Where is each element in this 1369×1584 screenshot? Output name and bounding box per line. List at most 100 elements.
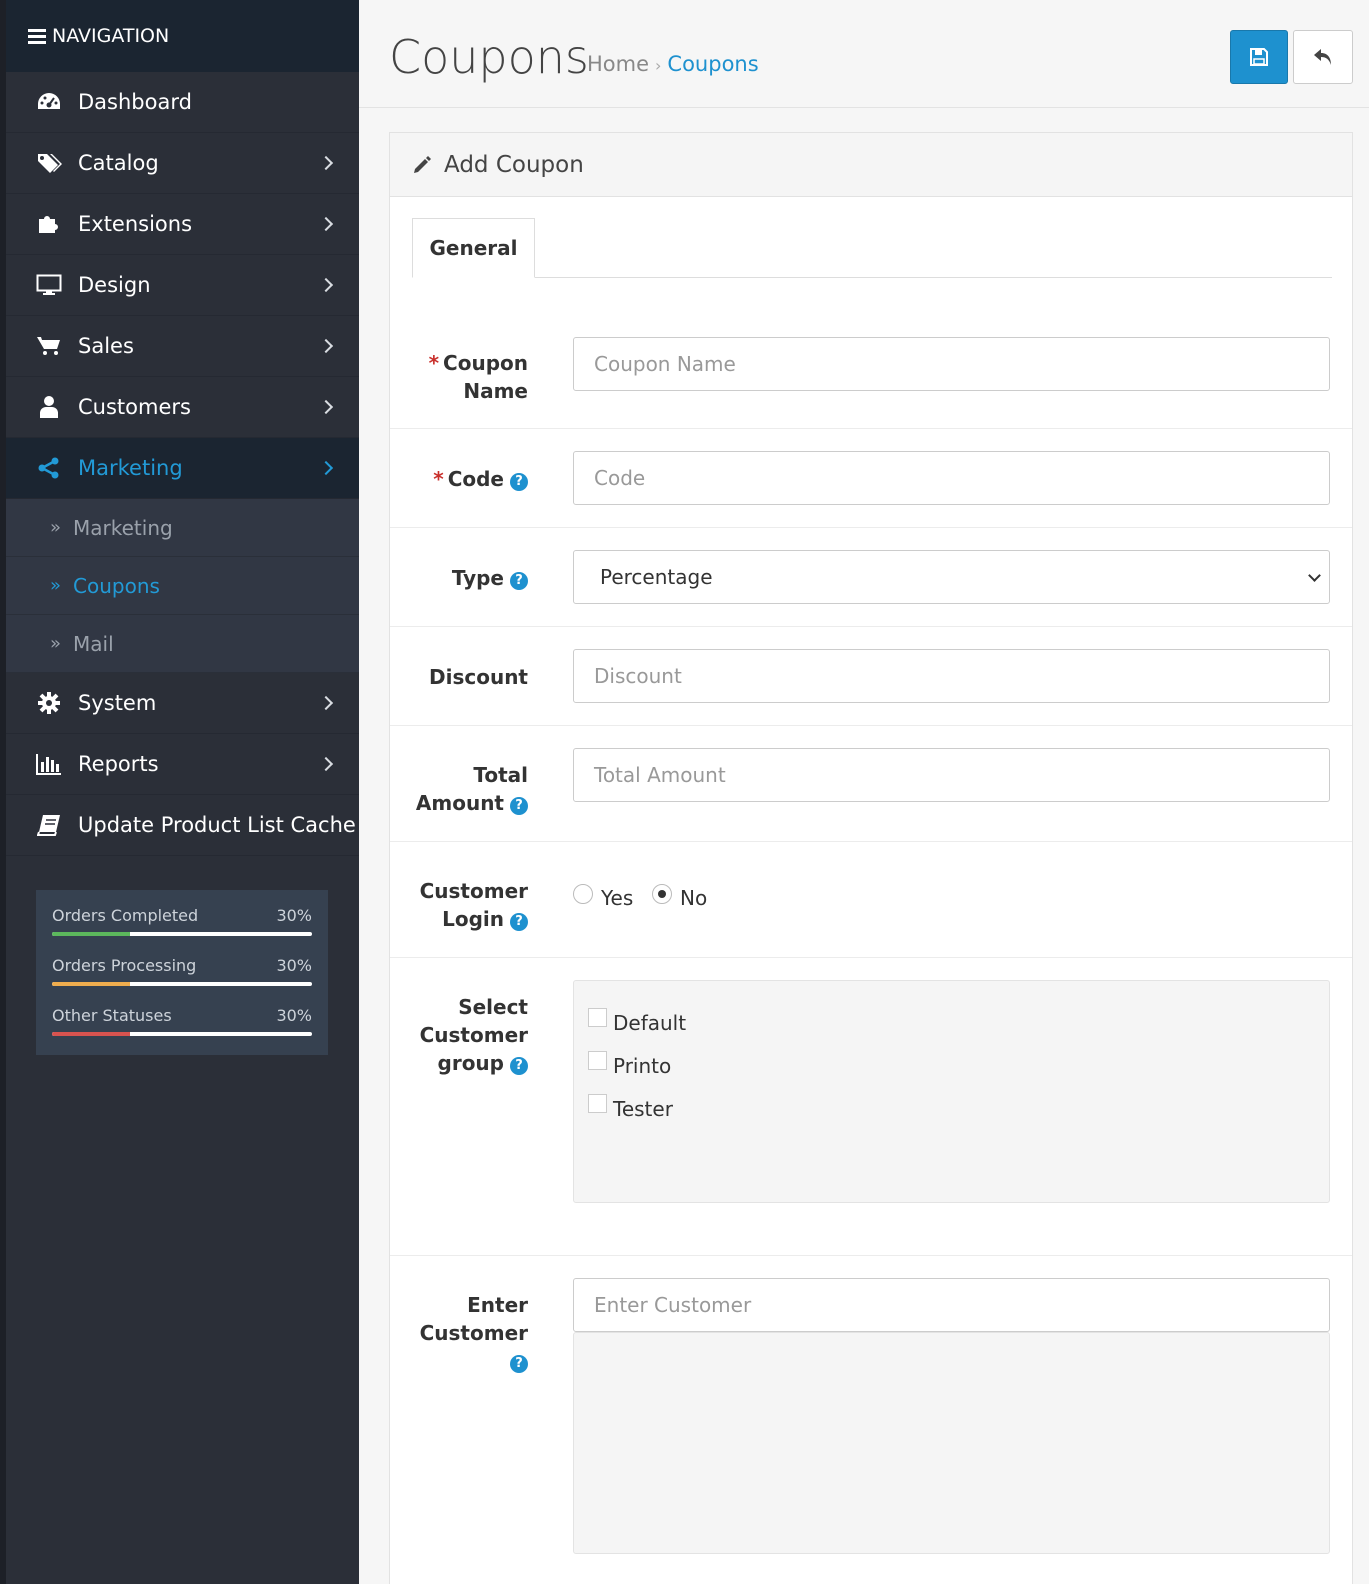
back-button[interactable] — [1293, 30, 1353, 84]
code-input[interactable]: Code — [573, 451, 1330, 505]
form-row-total-amount: Total Amount? Total Amount — [390, 725, 1352, 841]
radio-button[interactable] — [573, 884, 593, 904]
submenu-item-coupons[interactable]: » Coupons — [6, 557, 359, 615]
nav-header[interactable]: NAVIGATION — [6, 0, 359, 72]
progress-bar — [52, 1032, 312, 1036]
hamburger-icon[interactable] — [28, 26, 46, 47]
sidebar-item-extensions[interactable]: Extensions — [6, 194, 359, 255]
sidebar-item-marketing[interactable]: Marketing — [6, 438, 359, 499]
customer-group-label: Select Customer group? — [398, 993, 528, 1077]
checkbox-printo[interactable]: Printo — [574, 1044, 1329, 1087]
submenu-item-mail[interactable]: » Mail — [6, 615, 359, 673]
help-icon[interactable]: ? — [510, 572, 528, 590]
submenu-item-label: Coupons — [73, 573, 160, 598]
label-line: Amount — [415, 791, 504, 815]
form-row-discount: Discount Discount — [390, 626, 1352, 725]
sidebar-item-dashboard[interactable]: Dashboard — [6, 72, 359, 133]
label-line: Enter — [467, 1293, 528, 1317]
customer-login-label: Customer Login? — [398, 877, 528, 933]
chevron-right-icon — [318, 460, 334, 476]
discount-label: Discount — [429, 665, 528, 689]
panel-heading: Add Coupon — [390, 133, 1352, 197]
sidebar-item-label: Update Product List Cache — [78, 813, 356, 837]
chevron-right-icon — [318, 338, 334, 354]
radio-label: No — [680, 886, 708, 910]
customer-login-no[interactable]: No — [652, 884, 708, 910]
stat-label: Other Statuses — [52, 1006, 172, 1025]
sidebar-menu: Dashboard Catalog Extensions Design Sale… — [6, 72, 359, 856]
cart-icon — [34, 335, 64, 357]
tags-icon — [34, 152, 64, 174]
checkbox[interactable] — [588, 1094, 607, 1113]
add-coupon-panel: Add Coupon General * Coupon Name Coupon N… — [389, 132, 1353, 1584]
stat-orders-completed: Orders Completed 30% — [52, 902, 312, 952]
nav-header-label: NAVIGATION — [52, 25, 170, 47]
type-select[interactable]: Percentage — [573, 550, 1330, 604]
sidebar-item-label: Customers — [78, 395, 191, 419]
help-icon[interactable]: ? — [510, 473, 528, 491]
label-line: Coupon — [443, 351, 528, 375]
sidebar-item-label: Reports — [78, 752, 159, 776]
breadcrumb-home[interactable]: Home — [587, 52, 649, 76]
sidebar-item-design[interactable]: Design — [6, 255, 359, 316]
panel-title: Add Coupon — [444, 151, 584, 178]
double-chevron-icon: » — [50, 517, 62, 538]
label-line: Total — [473, 763, 528, 787]
submenu-item-marketing[interactable]: » Marketing — [6, 499, 359, 557]
checkbox-default[interactable]: Default — [574, 1001, 1329, 1044]
help-icon[interactable]: ? — [510, 797, 528, 815]
sidebar-item-sales[interactable]: Sales — [6, 316, 359, 377]
stat-value: 30% — [276, 956, 312, 975]
help-icon[interactable]: ? — [510, 1355, 528, 1373]
sidebar-item-catalog[interactable]: Catalog — [6, 133, 359, 194]
total-amount-label: Total Amount? — [398, 761, 528, 817]
help-icon[interactable]: ? — [510, 913, 528, 931]
label-line: Name — [463, 379, 528, 403]
gear-icon — [34, 691, 64, 715]
customer-list — [573, 1332, 1330, 1554]
breadcrumb-current[interactable]: Coupons — [667, 52, 758, 76]
sidebar-item-update-cache[interactable]: Update Product List Cache — [6, 795, 359, 856]
submenu-item-label: Marketing — [73, 515, 173, 540]
sidebar-item-label: Sales — [78, 334, 134, 358]
required-mark: * — [433, 467, 444, 491]
sidebar-item-customers[interactable]: Customers — [6, 377, 359, 438]
checkbox-tester[interactable]: Tester — [574, 1087, 1329, 1130]
chevron-right-icon — [318, 756, 334, 772]
breadcrumb-separator: › — [655, 56, 662, 75]
checkbox[interactable] — [588, 1008, 607, 1027]
coupon-name-input[interactable]: Coupon Name — [573, 337, 1330, 391]
chevron-right-icon — [318, 155, 334, 171]
pencil-icon — [412, 155, 432, 175]
book-icon — [34, 814, 64, 836]
progress-fill — [52, 932, 130, 936]
customer-login-yes[interactable]: Yes — [573, 884, 634, 910]
radio-button[interactable] — [652, 884, 672, 904]
sidebar-item-reports[interactable]: Reports — [6, 734, 359, 795]
code-label: * Code? — [398, 465, 528, 493]
progress-fill — [52, 982, 130, 986]
tab-general[interactable]: General — [412, 218, 535, 278]
total-amount-input[interactable]: Total Amount — [573, 748, 1330, 802]
enter-customer-input[interactable]: Enter Customer — [573, 1278, 1330, 1332]
label-line: Customer — [419, 1321, 528, 1345]
checkbox-label: Default — [613, 1010, 687, 1035]
save-button[interactable] — [1230, 30, 1288, 84]
stat-value: 30% — [276, 1006, 312, 1025]
puzzle-icon — [34, 213, 64, 235]
label-line: Type — [451, 566, 504, 590]
checkbox[interactable] — [588, 1051, 607, 1070]
enter-customer-label: Enter Customer? — [398, 1291, 528, 1375]
stat-orders-processing: Orders Processing 30% — [52, 952, 312, 1002]
order-stats: Orders Completed 30% Orders Processing 3… — [36, 890, 328, 1055]
discount-input[interactable]: Discount — [573, 649, 1330, 703]
required-mark: * — [428, 351, 440, 375]
sidebar-item-system[interactable]: System — [6, 673, 359, 734]
radio-label: Yes — [601, 886, 634, 910]
type-select-value: Percentage — [600, 565, 713, 589]
help-icon[interactable]: ? — [510, 1057, 528, 1075]
form-row-coupon-name: * Coupon Name Coupon Name — [390, 311, 1352, 428]
label-line: Login — [442, 907, 504, 931]
form-row-type: Type? Percentage — [390, 527, 1352, 626]
coupon-name-label: * Coupon Name — [398, 349, 528, 405]
